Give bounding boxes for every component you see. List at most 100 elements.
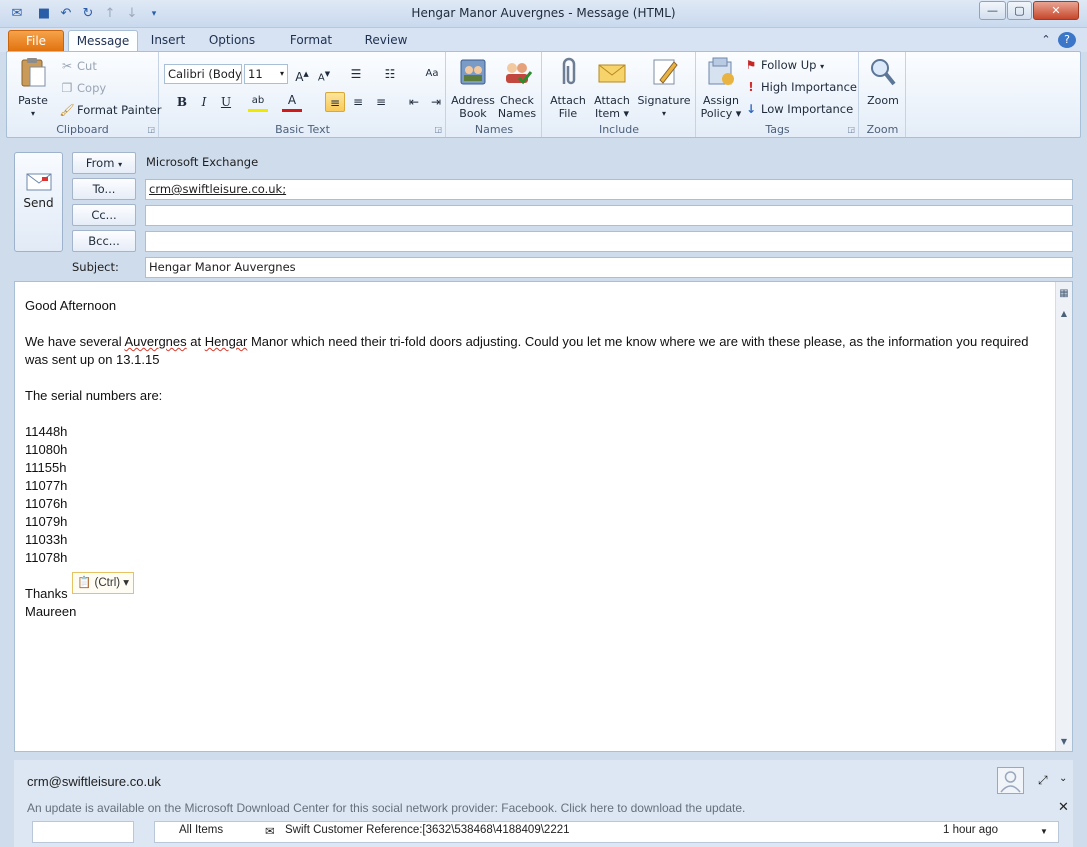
minimize-ribbon-icon[interactable]: ⌃ (1038, 30, 1054, 52)
scroll-up-icon[interactable]: ▲ (1056, 306, 1072, 322)
body-text[interactable]: Good Afternoon We have several Auvergnes… (25, 297, 1053, 621)
serial-number: 11077h (25, 478, 68, 493)
signature-button[interactable]: Signature ▾ (635, 56, 693, 120)
collapse-pane-icon[interactable]: ⌄ (1059, 773, 1067, 784)
send-envelope-icon (26, 173, 51, 191)
window-title: Hengar Manor Auvergnes - Message (HTML) (411, 6, 676, 20)
serial-number: 11079h (25, 514, 68, 529)
tab-file[interactable]: File (8, 30, 64, 52)
help-icon[interactable]: ? (1058, 32, 1076, 48)
high-importance-button[interactable]: ! High Importance (743, 78, 857, 96)
increase-indent-icon[interactable]: ⇥ (426, 92, 446, 112)
check-names-button[interactable]: Check Names (496, 56, 538, 120)
align-center-icon[interactable]: ≡ (348, 92, 368, 112)
maximize-button[interactable]: ▢ (1007, 1, 1032, 20)
assign-policy-button[interactable]: Assign Policy ▾ (699, 56, 743, 120)
ruler-toggle-icon[interactable]: ▦ (1056, 286, 1072, 302)
zoom-button[interactable]: Zoom (862, 56, 904, 107)
font-color-icon[interactable]: A (282, 92, 302, 112)
paste-options-button[interactable]: 📋 (Ctrl) ▾ (72, 572, 135, 594)
to-recipient[interactable]: crm@swiftleisure.co.uk; (149, 182, 286, 196)
underline-icon[interactable]: U (216, 92, 236, 112)
serial-number: 11033h (25, 532, 68, 547)
to-button[interactable]: To... (72, 178, 136, 200)
message-body[interactable]: Good Afternoon We have several Auvergnes… (14, 281, 1073, 752)
flag-icon: ⚑ (745, 58, 757, 72)
close-button[interactable]: ✕ (1033, 1, 1079, 20)
follow-up-button[interactable]: ⚑ Follow Up ▾ (743, 56, 825, 74)
cut-button[interactable]: ✂ Cut (59, 57, 97, 75)
serial-number: 11078h (25, 550, 68, 565)
highlight-icon[interactable]: ab (248, 92, 268, 112)
font-size-combo[interactable]: 11 ▾ (244, 64, 288, 84)
font-name-combo[interactable]: Calibri (Body) (164, 64, 242, 84)
avatar[interactable] (997, 767, 1024, 794)
address-book-button[interactable]: Address Book (451, 56, 495, 120)
italic-icon[interactable]: I (194, 92, 214, 112)
send-button[interactable]: Send (14, 152, 63, 252)
align-right-icon[interactable]: ≡ (371, 92, 391, 112)
bold-icon[interactable]: B (172, 92, 192, 112)
body-paragraph: We have several Auvergnes at Hengar Mano… (25, 334, 1029, 367)
attach-file-button[interactable]: Attach File (547, 56, 589, 120)
include-label: Include (598, 123, 640, 136)
numbering-icon[interactable]: ☷ (380, 64, 400, 84)
paste-button[interactable]: Paste ▾ (13, 56, 53, 120)
people-pane-tab[interactable] (32, 821, 134, 843)
ribbon-tabs: File Message Insert Options Format Text … (0, 28, 1087, 67)
tab-review[interactable]: Review (363, 30, 409, 52)
dismiss-notice-icon[interactable]: ✕ (1058, 800, 1069, 815)
expand-pane-icon[interactable]: ⤢ (1038, 773, 1048, 788)
vertical-scrollbar[interactable]: ▦ ▲ ▼ (1055, 282, 1072, 751)
closing: Thanks (25, 586, 68, 601)
tab-format-text[interactable]: Format Text (276, 30, 346, 67)
brush-icon: 🖌 (59, 103, 75, 117)
update-notice[interactable]: An update is available on the Microsoft … (27, 801, 745, 815)
low-importance-button[interactable]: ↓ Low Importance (743, 100, 853, 118)
scroll-down-icon[interactable]: ▼ (1056, 734, 1072, 750)
names-label: Names (474, 123, 514, 136)
people-pane: crm@swiftleisure.co.uk ⤢ ⌄ An update is … (14, 760, 1073, 847)
cc-button[interactable]: Cc... (72, 204, 136, 226)
bcc-button[interactable]: Bcc... (72, 230, 136, 252)
tab-options[interactable]: Options (206, 30, 258, 52)
copy-button[interactable]: ❐ Copy (59, 79, 107, 97)
bullets-icon[interactable]: ☰ (346, 64, 366, 84)
check-names-icon (506, 63, 533, 85)
decrease-indent-icon[interactable]: ⇤ (404, 92, 424, 112)
envelope-attach-icon (598, 64, 626, 83)
feed-item-title[interactable]: Swift Customer Reference:[3632\538468\41… (285, 824, 570, 836)
cc-field[interactable] (145, 205, 1073, 226)
tab-insert[interactable]: Insert (147, 30, 189, 52)
serial-intro: The serial numbers are: (25, 388, 163, 403)
clear-formatting-icon[interactable]: Aa (422, 64, 442, 84)
people-pane-email: crm@swiftleisure.co.uk (27, 774, 161, 789)
shrink-font-icon[interactable]: A▼ (314, 64, 334, 84)
to-field[interactable]: crm@swiftleisure.co.uk; (145, 179, 1073, 200)
minimize-button[interactable]: — (979, 1, 1006, 20)
feed-scroll-icon[interactable]: ▼ (1040, 827, 1048, 836)
serial-number: 11080h (25, 442, 68, 457)
basic-text-group: Calibri (Body) 11 ▾ A▲ A▼ ☰ ☷ Aa B I U a… (160, 52, 446, 137)
zoom-group: Zoom Zoom (860, 52, 906, 137)
dialog-launcher-icon[interactable]: ◲ (434, 125, 442, 134)
feed-item-time: 1 hour ago (943, 824, 998, 836)
assign-policy-icon (708, 57, 734, 85)
dialog-launcher-icon[interactable]: ◲ (147, 125, 155, 134)
scissors-icon: ✂ (61, 59, 73, 73)
paste-icon (21, 58, 46, 87)
align-left-icon[interactable]: ≡ (325, 92, 345, 112)
tags-group: Assign Policy ▾ ⚑ Follow Up ▾ ! High Impor… (697, 52, 859, 137)
tab-message[interactable]: Message (68, 30, 138, 53)
paperclip-icon (562, 57, 576, 85)
dialog-launcher-icon[interactable]: ◲ (847, 125, 855, 134)
all-items-tab[interactable]: All Items (179, 824, 223, 836)
attach-item-button[interactable]: Attach Item ▾ (591, 56, 633, 120)
format-painter-button[interactable]: 🖌 Format Painter (59, 101, 161, 119)
from-button[interactable]: From ▾ (72, 152, 136, 174)
subject-field[interactable]: Hengar Manor Auvergnes (145, 257, 1073, 278)
serial-number: 11155h (25, 460, 67, 475)
grow-font-icon[interactable]: A▲ (292, 64, 312, 84)
bcc-field[interactable] (145, 231, 1073, 252)
copy-icon: ❐ (61, 81, 73, 95)
